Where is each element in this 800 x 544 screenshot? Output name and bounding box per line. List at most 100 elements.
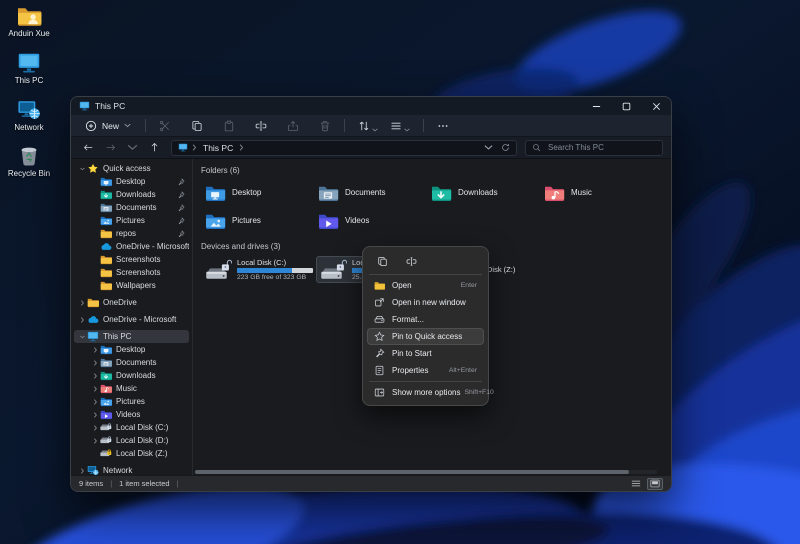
desktop-icon-this-pc[interactable]: This PC (0, 51, 58, 86)
desktop-icon-label: This PC (14, 75, 44, 85)
sidebar-item-downloads[interactable]: Downloads (74, 188, 189, 201)
expand-chevron-icon[interactable] (91, 411, 100, 418)
refresh-icon[interactable] (501, 143, 510, 152)
context-menu-item-format[interactable]: Format... (367, 311, 484, 328)
context-menu-item-open[interactable]: Open Enter (367, 277, 484, 294)
folder-tile-desktop[interactable]: Desktop (201, 180, 314, 205)
rename-button[interactable] (250, 117, 272, 135)
expand-chevron-icon[interactable] (91, 372, 100, 379)
expand-chevron-icon[interactable] (91, 359, 100, 366)
drive-unlocked-icon (100, 435, 112, 446)
thumbnail-view-button[interactable] (647, 477, 663, 490)
breadcrumb[interactable]: This PC (171, 139, 517, 156)
expand-chevron-icon[interactable] (78, 334, 87, 340)
desktop-icon-anduin-xue[interactable]: Anduin Xue (0, 4, 58, 39)
drive-locked-icon (100, 448, 112, 459)
folders-section-header[interactable]: Folders (6) (201, 166, 671, 175)
sidebar-item-repos[interactable]: repos (74, 227, 189, 240)
folder-tile-documents[interactable]: Documents (314, 180, 427, 205)
sort-button[interactable] (353, 117, 383, 135)
expand-chevron-icon[interactable] (91, 437, 100, 444)
recent-locations-button[interactable] (123, 140, 141, 156)
sidebar-item-wallpapers[interactable]: Wallpapers (74, 279, 189, 292)
folder-pictures-icon (100, 396, 112, 407)
folder-tile-label: Downloads (458, 188, 498, 197)
sidebar-item-downloads[interactable]: Downloads (74, 369, 189, 382)
expand-chevron-icon[interactable] (78, 467, 87, 474)
quick-action-copy[interactable] (375, 254, 390, 268)
scrollbar-thumb[interactable] (195, 470, 630, 474)
sidebar-item-documents[interactable]: Documents (74, 356, 189, 369)
context-menu-item-pin-to-start[interactable]: Pin to Start (367, 345, 484, 362)
monitor-icon (87, 331, 99, 342)
menu-item-shortcut: Alt+Enter (448, 367, 477, 374)
expand-chevron-icon[interactable] (91, 424, 100, 431)
folder-tile-pictures[interactable]: Pictures (201, 208, 314, 233)
folder-documents-icon (317, 184, 339, 202)
quick-action-rename[interactable] (404, 254, 419, 268)
expand-chevron-icon[interactable] (78, 316, 87, 323)
horizontal-scrollbar[interactable] (195, 470, 657, 474)
expand-chevron-icon[interactable] (78, 166, 87, 172)
folder-tile-music[interactable]: Music (540, 180, 653, 205)
cut-button[interactable] (154, 117, 176, 135)
search-box[interactable] (525, 139, 663, 156)
drive-tile-local-disk-c[interactable]: Local Disk (C:) 223 GB free of 323 GB (201, 256, 314, 283)
expand-chevron-icon[interactable] (91, 346, 100, 353)
sidebar-item-music[interactable]: Music (74, 382, 189, 395)
context-menu-item-show-more-options[interactable]: Show more options Shift+F10 (367, 384, 494, 401)
sidebar-item-onedrive-microsoft[interactable]: OneDrive - Microsoft (74, 313, 189, 326)
breadcrumb-item[interactable]: This PC (201, 143, 235, 153)
context-menu-item-open-in-new-window[interactable]: Open in new window (367, 294, 484, 311)
more-options-button[interactable] (432, 117, 454, 135)
sidebar-item-network[interactable]: Network (74, 464, 189, 475)
sidebar-item-onedrive[interactable]: OneDrive (74, 296, 189, 309)
folder-tile-downloads[interactable]: Downloads (427, 180, 540, 205)
search-input[interactable] (546, 142, 656, 153)
sidebar-item-desktop[interactable]: Desktop (74, 343, 189, 356)
folder-tile-videos[interactable]: Videos (314, 208, 427, 233)
details-view-button[interactable] (628, 478, 644, 490)
folder-downloads-icon (430, 184, 452, 202)
expand-chevron-icon[interactable] (78, 299, 87, 306)
delete-button[interactable] (314, 117, 336, 135)
status-divider: | (110, 479, 113, 488)
up-button[interactable] (145, 140, 163, 156)
expand-chevron-icon[interactable] (91, 398, 100, 405)
new-button[interactable]: New (79, 118, 137, 134)
folder-desktop-icon (100, 344, 112, 355)
view-button[interactable] (385, 117, 415, 135)
sidebar-item-desktop[interactable]: Desktop (74, 175, 189, 188)
paste-button[interactable] (218, 117, 240, 135)
sidebar-item-quick-access[interactable]: Quick access (74, 162, 189, 175)
context-menu-item-properties[interactable]: Properties Alt+Enter (367, 362, 484, 379)
sidebar-item-onedrive-microsoft[interactable]: OneDrive - Microsoft (74, 240, 189, 253)
forward-button[interactable] (101, 140, 119, 156)
sidebar-item-documents[interactable]: Documents (74, 201, 189, 214)
desktop-icon-recycle-bin[interactable]: Recycle Bin (0, 144, 58, 179)
onedrive-icon (100, 241, 112, 252)
desktop-icon-network[interactable]: Network (0, 98, 58, 133)
sidebar-item-screenshots[interactable]: Screenshots (74, 253, 189, 266)
titlebar[interactable]: This PC (71, 97, 671, 115)
new-button-label: New (102, 120, 120, 131)
copy-button[interactable] (186, 117, 208, 135)
sidebar-item-pictures[interactable]: Pictures (74, 395, 189, 408)
sidebar-item-local-disk-d[interactable]: Local Disk (D:) (74, 434, 189, 447)
menu-item-shortcut: Enter (460, 282, 477, 289)
context-menu-item-pin-to-quick-access[interactable]: Pin to Quick access (367, 328, 484, 345)
close-button[interactable] (641, 97, 671, 115)
sidebar-item-screenshots[interactable]: Screenshots (74, 266, 189, 279)
sidebar-item-this-pc[interactable]: This PC (74, 330, 189, 343)
back-button[interactable] (79, 140, 97, 156)
address-dropdown-icon[interactable] (484, 143, 493, 152)
sidebar-item-videos[interactable]: Videos (74, 408, 189, 421)
recycle-bin-icon (16, 144, 43, 168)
sidebar-item-local-disk-z[interactable]: Local Disk (Z:) (74, 447, 189, 460)
sidebar-item-pictures[interactable]: Pictures (74, 214, 189, 227)
sidebar-item-local-disk-c[interactable]: Local Disk (C:) (74, 421, 189, 434)
share-button[interactable] (282, 117, 304, 135)
expand-chevron-icon[interactable] (91, 385, 100, 392)
maximize-button[interactable] (611, 97, 641, 115)
minimize-button[interactable] (581, 97, 611, 115)
